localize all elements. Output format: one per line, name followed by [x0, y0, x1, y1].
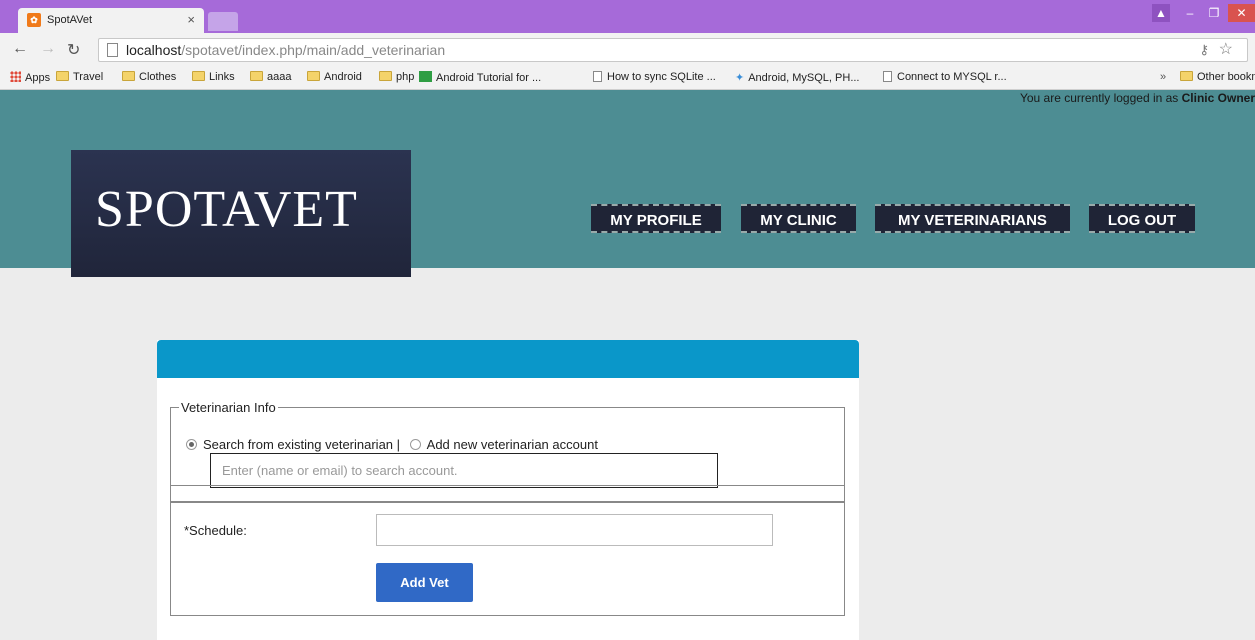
close-window-button[interactable]: ✕	[1228, 4, 1255, 22]
bookmark-android-mysql[interactable]: ✦ Android, MySQL, PH...	[735, 71, 859, 84]
search-existing-radio[interactable]	[186, 439, 197, 450]
bookmark-folder-aaaa[interactable]: aaaa	[250, 71, 291, 83]
page-icon	[107, 43, 118, 57]
add-new-label[interactable]: Add new veterinarian account	[427, 437, 598, 452]
nav-my-veterinarians[interactable]: MY VETERINARIANS	[875, 204, 1070, 233]
folder-icon	[56, 71, 69, 81]
profile-icon[interactable]: ▲	[1152, 4, 1170, 22]
folder-icon	[192, 71, 205, 81]
search-existing-label[interactable]: Search from existing veterinarian |	[203, 437, 400, 452]
browser-titlebar: ✿ SpotAVet × ▲ – ❐ ✕	[0, 0, 1255, 33]
maximize-button[interactable]: ❐	[1204, 4, 1224, 22]
key-icon[interactable]: ⚷	[1199, 39, 1209, 61]
browser-tab[interactable]: ✿ SpotAVet ×	[18, 8, 204, 33]
site-icon: ✦	[735, 72, 745, 84]
schedule-label: *Schedule:	[184, 523, 247, 538]
bookmark-connect-mysql[interactable]: Connect to MYSQL r...	[883, 71, 1007, 83]
bookmark-folder-travel[interactable]: Travel	[56, 71, 103, 83]
add-veterinarian-form: Veterinarian Info Search from existing v…	[157, 340, 859, 640]
bookmark-android-tutorial[interactable]: Android Tutorial for ...	[419, 71, 541, 84]
folder-icon	[1180, 71, 1193, 81]
page-icon	[593, 71, 602, 82]
add-vet-button[interactable]: Add Vet	[376, 563, 473, 602]
minimize-button[interactable]: –	[1180, 4, 1200, 22]
bookmark-star-icon[interactable]: ☆	[1219, 39, 1233, 61]
veterinarian-info-fieldset: Veterinarian Info Search from existing v…	[170, 400, 845, 488]
nav-log-out[interactable]: LOG OUT	[1089, 204, 1195, 233]
browser-toolbar: ← → ↻ localhost/spotavet/index.php/main/…	[0, 33, 1255, 66]
folder-icon	[122, 71, 135, 81]
bookmark-other[interactable]: Other bookmarks	[1180, 71, 1255, 83]
folder-icon	[250, 71, 263, 81]
bookmark-folder-php[interactable]: php	[379, 71, 414, 83]
address-bar[interactable]: localhost/spotavet/index.php/main/add_ve…	[98, 38, 1248, 62]
forward-icon[interactable]: →	[40, 40, 56, 58]
login-status: You are currently logged in as Clinic Ow…	[1019, 91, 1255, 105]
add-new-radio[interactable]	[409, 439, 421, 450]
schedule-fieldset: *Schedule: Add Vet	[170, 502, 845, 616]
tab-title: SpotAVet	[47, 14, 93, 26]
back-icon[interactable]: ←	[12, 40, 28, 58]
account-option-row: Search from existing veterinarian | Add …	[186, 437, 598, 452]
site-header: You are currently logged in as Clinic Ow…	[0, 90, 1255, 277]
schedule-input[interactable]	[376, 514, 773, 546]
account-search-input[interactable]: Enter (name or email) to search account.	[210, 453, 718, 488]
bookmark-folder-links[interactable]: Links	[192, 71, 235, 83]
folder-icon	[307, 71, 320, 81]
bookmarks-bar: Apps Travel Clothes Links aaaa Android p…	[0, 66, 1255, 90]
url-text: localhost/spotavet/index.php/main/add_ve…	[126, 42, 446, 58]
reload-icon[interactable]: ↻	[67, 40, 80, 60]
xampp-favicon-icon: ✿	[27, 13, 41, 27]
folder-icon	[379, 71, 392, 81]
card-header	[157, 340, 859, 378]
collapsed-fieldset	[170, 485, 845, 502]
fieldset-legend: Veterinarian Info	[181, 400, 276, 415]
bookmark-folder-clothes[interactable]: Clothes	[122, 71, 176, 83]
tab-close-icon[interactable]: ×	[187, 12, 195, 27]
site-icon	[419, 71, 432, 82]
bookmark-folder-android[interactable]: Android	[307, 71, 362, 83]
bookmark-apps[interactable]: Apps	[10, 71, 50, 84]
bookmarks-overflow[interactable]: »	[1160, 71, 1166, 83]
nav-my-clinic[interactable]: MY CLINIC	[741, 204, 856, 233]
new-tab-button[interactable]	[208, 12, 238, 31]
apps-icon	[10, 71, 21, 82]
nav-my-profile[interactable]: MY PROFILE	[591, 204, 721, 233]
bookmark-sqlite-sync[interactable]: How to sync SQLite ...	[593, 71, 716, 83]
page-icon	[883, 71, 892, 82]
site-logo[interactable]: SPOTAVET	[71, 150, 411, 277]
logo-text: SPOTAVET	[95, 181, 358, 238]
